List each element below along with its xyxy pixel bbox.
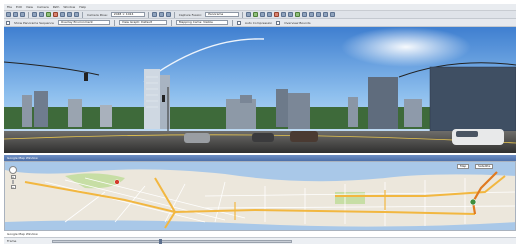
start-marker[interactable] [114,179,120,185]
frame-label: Frame [7,239,17,243]
menu-item-path[interactable]: Path [53,5,60,9]
toolbar-divider [82,11,83,18]
menu-item-window[interactable]: Window [63,5,75,9]
map-type-map-button[interactable]: Map [457,164,470,169]
tool-icon[interactable] [309,12,315,17]
tool-icon[interactable] [281,12,287,17]
frame-slider-thumb[interactable] [159,238,163,244]
tool-icon[interactable] [302,12,308,17]
map-canvas [5,162,515,230]
show-sequence-checkbox[interactable] [6,20,10,25]
save-icon[interactable] [20,12,25,17]
camera-pose-label: Camera Pose: [87,12,108,17]
overlay-environment-select[interactable]: Overlay Environment [57,20,110,25]
map-type-satellite-button[interactable]: Satellite [475,164,494,169]
car [290,131,318,142]
capture-fusion-select[interactable]: Panorama [205,12,240,17]
tool-icon[interactable] [316,12,322,17]
toolbar-divider [170,19,172,26]
new-file-icon[interactable] [6,12,11,17]
building [368,77,398,129]
tool-icon[interactable] [246,12,252,17]
menu-item-camera[interactable]: Camera [37,5,49,9]
options-toolbar: Show Panorama Sequence Overlay Environme… [4,19,516,27]
zoom-out-icon[interactable] [158,12,164,17]
status-bar: Frame [4,237,516,244]
grid-icon[interactable] [67,12,72,17]
menu-item-file[interactable]: File [7,5,12,9]
tool-icon[interactable] [253,12,259,17]
overview-bounds-label: Overview Bounds [284,20,311,25]
auto-compression-checkbox[interactable] [236,20,241,25]
traffic-light [162,95,165,102]
toolbar-divider [231,19,233,26]
car [252,133,274,142]
toolbar-divider [113,19,115,26]
fit-view-icon[interactable] [165,12,171,17]
building [288,93,310,129]
building [240,95,252,103]
building [430,67,516,131]
show-sequence-label: Show Panorama Sequence [14,20,54,25]
google-map[interactable]: + − Map Satellite [4,161,516,231]
capture-fusion-label: Capture Fusion: [178,12,203,17]
menu-item-edit[interactable]: Edit [16,5,22,9]
layers-icon[interactable] [74,12,79,17]
menu-bar: File Edit View Camera Path Window Help [4,4,516,11]
stop-icon[interactable] [53,12,58,17]
building [68,99,82,127]
menu-item-view[interactable]: View [26,5,33,9]
panorama-image [4,27,516,153]
view-graph-select[interactable]: View Graph: Default [118,20,167,25]
traffic-light [84,73,88,81]
zoom-in-button[interactable]: + [10,175,16,179]
building [144,69,160,129]
building [34,91,48,127]
frame-slider[interactable] [52,238,293,244]
toolbar-divider [147,11,149,18]
car-window [456,131,478,137]
tool-icon[interactable] [295,12,301,17]
main-toolbar: Camera Pose: 2048 × 1024 Capture Fusion:… [4,11,516,19]
pan-control[interactable] [9,166,17,174]
building [404,99,422,127]
zoom-out-button[interactable]: − [10,185,16,189]
camera-pose-select[interactable]: 2048 × 1024 [110,12,145,17]
tool-icon[interactable] [330,12,336,17]
toolbar-divider [173,11,175,18]
position-marker[interactable] [469,198,477,206]
building [348,97,358,127]
map-zoom-control: + − [9,166,17,189]
auto-compression-label: Auto Compression [244,20,273,25]
building [100,105,112,127]
tool-icon[interactable] [267,12,273,17]
car [184,133,210,143]
toolbar-divider [28,11,29,18]
open-file-icon[interactable] [13,12,18,17]
toolbar-divider [242,11,244,18]
tool-icon[interactable] [323,12,329,17]
zoom-rail[interactable] [12,180,14,184]
building [226,99,256,129]
panorama-viewer[interactable] [4,27,516,153]
building [22,95,32,127]
redo-icon[interactable] [39,12,44,17]
mapping-cams-select[interactable]: Mapping Cams: Visible [175,20,228,25]
undo-icon[interactable] [32,12,37,17]
tool-icon[interactable] [288,12,294,17]
tool-icon[interactable] [274,12,280,17]
tool-icon[interactable] [260,12,266,17]
overview-bounds-checkbox[interactable] [276,20,281,25]
building [276,89,288,127]
play-icon[interactable] [46,12,51,17]
menu-item-help[interactable]: Help [79,5,86,9]
camera-icon[interactable] [60,12,65,17]
zoom-in-icon[interactable] [151,12,157,17]
